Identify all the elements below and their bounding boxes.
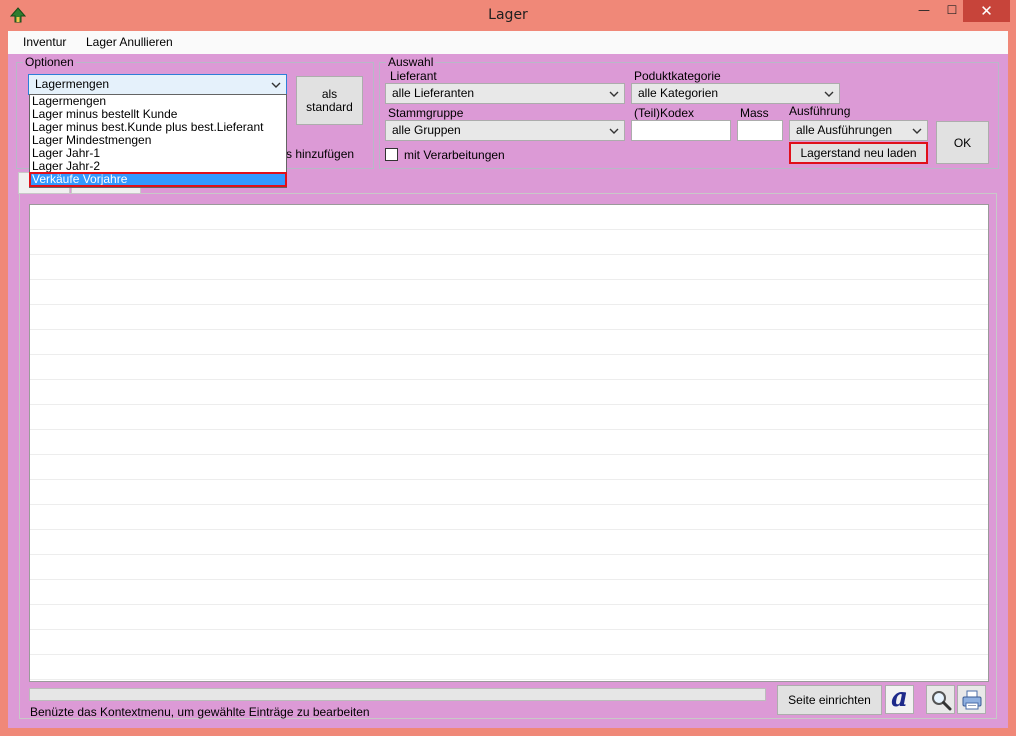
lager-grid[interactable]: [29, 204, 989, 682]
table-row[interactable]: [30, 630, 988, 655]
kategorie-combo-value: alle Kategorien: [638, 86, 719, 100]
chevron-down-icon: [824, 91, 834, 97]
table-row[interactable]: [30, 430, 988, 455]
font-button[interactable]: a: [885, 685, 914, 714]
progress-bar: [29, 688, 766, 701]
kategorie-combo[interactable]: alle Kategorien: [631, 83, 840, 104]
table-row[interactable]: [30, 355, 988, 380]
kodex-input[interactable]: [631, 120, 731, 141]
chevron-down-icon: [609, 128, 619, 134]
stammgruppe-combo-value: alle Gruppen: [392, 123, 461, 137]
lagerart-combo-value: Lagermengen: [35, 77, 110, 91]
mass-input[interactable]: [737, 120, 783, 141]
minimize-button[interactable]: —: [910, 0, 938, 22]
table-row[interactable]: [30, 205, 988, 230]
hidden-option-label-tail: s hinzufügen: [286, 147, 355, 161]
mass-label: Mass: [740, 106, 769, 120]
magnifier-icon: [931, 690, 951, 710]
table-row[interactable]: [30, 380, 988, 405]
optionen-legend: Optionen: [23, 55, 76, 69]
menu-inventur[interactable]: Inventur: [23, 35, 66, 49]
table-row[interactable]: [30, 280, 988, 305]
table-row[interactable]: [30, 655, 988, 680]
table-row[interactable]: [30, 305, 988, 330]
search-button[interactable]: [926, 685, 955, 714]
chevron-down-icon: [271, 82, 281, 88]
status-text: Benüzte das Kontextmenu, um gewählte Ein…: [30, 705, 370, 719]
verarbeitungen-label: mit Verarbeitungen: [404, 148, 505, 162]
client-area: Inventur Lager Anullieren Optionen Lager…: [8, 31, 1008, 728]
table-row[interactable]: [30, 330, 988, 355]
table-row[interactable]: [30, 255, 988, 280]
font-a-icon: a: [891, 682, 908, 713]
lieferant-combo-value: alle Lieferanten: [392, 86, 475, 100]
table-row[interactable]: [30, 405, 988, 430]
table-row[interactable]: [30, 580, 988, 605]
chevron-down-icon: [609, 91, 619, 97]
als-standard-button[interactable]: als standard: [296, 76, 363, 125]
kodex-label: (Teil)Kodex: [634, 106, 695, 120]
dropdown-option-verkaeufe-vorjahre[interactable]: Verkäufe Vorjahre: [29, 172, 287, 187]
kategorie-label: Poduktkategorie: [634, 69, 721, 83]
table-row[interactable]: [30, 455, 988, 480]
auswahl-legend: Auswahl: [386, 55, 436, 69]
table-row[interactable]: [30, 480, 988, 505]
ausfuehrung-combo[interactable]: alle Ausführungen: [789, 120, 928, 141]
verarbeitungen-checkbox[interactable]: [385, 148, 398, 161]
lagerart-combo[interactable]: Lagermengen: [28, 74, 287, 95]
table-row[interactable]: [30, 605, 988, 630]
menu-lager-anullieren[interactable]: Lager Anullieren: [86, 35, 173, 49]
ausfuehrung-combo-value: alle Ausführungen: [796, 123, 893, 137]
menu-bar: Inventur Lager Anullieren: [8, 31, 1008, 54]
seite-einrichten-button[interactable]: Seite einrichten: [777, 685, 882, 715]
lieferant-label: Lieferant: [390, 69, 437, 83]
lagerstand-neu-laden-button[interactable]: Lagerstand neu laden: [789, 142, 928, 164]
lieferant-combo[interactable]: alle Lieferanten: [385, 83, 625, 104]
table-row[interactable]: [30, 230, 988, 255]
table-row[interactable]: [30, 555, 988, 580]
lager-window: Lager — ☐ ✕ Inventur Lager Anullieren Op…: [0, 0, 1016, 736]
maximize-button[interactable]: ☐: [938, 0, 966, 22]
stammgruppe-combo[interactable]: alle Gruppen: [385, 120, 625, 141]
stammgruppe-label: Stammgruppe: [388, 106, 464, 120]
title-bar[interactable]: Lager — ☐ ✕: [0, 0, 1016, 31]
ok-button[interactable]: OK: [936, 121, 989, 164]
window-title: Lager: [488, 7, 528, 23]
table-row[interactable]: [30, 530, 988, 555]
ausfuehrung-label: Ausführung: [789, 104, 851, 118]
printer-icon: [962, 690, 981, 709]
close-button[interactable]: ✕: [963, 0, 1010, 22]
chevron-down-icon: [912, 128, 922, 134]
lagerart-dropdown-list[interactable]: Lagermengen Lager minus bestellt Kunde L…: [29, 94, 287, 188]
print-button[interactable]: [957, 685, 986, 714]
tab-panel: Benüzte das Kontextmenu, um gewählte Ein…: [19, 193, 997, 719]
table-row[interactable]: [30, 505, 988, 530]
